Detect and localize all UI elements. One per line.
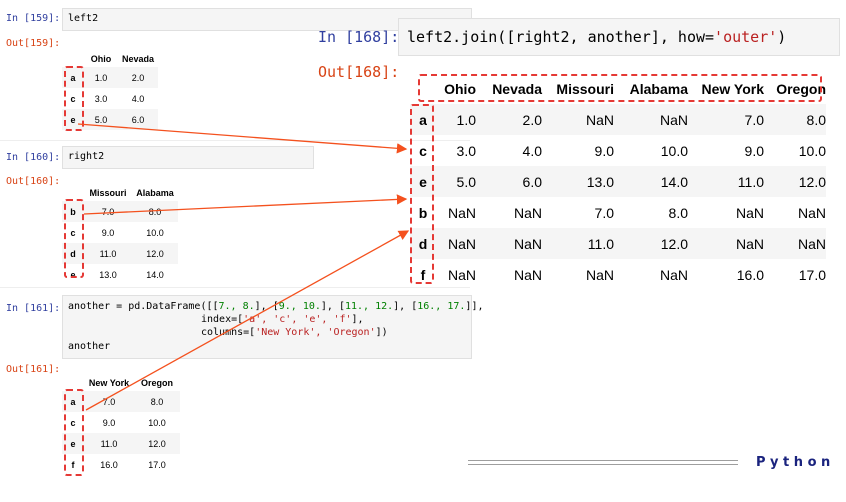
arrow-left2-to-join (77, 123, 408, 154)
footer-line (468, 464, 738, 465)
arrow-another-to-join (85, 230, 410, 411)
footer-line (468, 460, 738, 461)
annotation-arrows (77, 123, 410, 411)
footer-brand: P y t h o n (756, 455, 831, 470)
arrow-right2-to-join (83, 194, 408, 215)
